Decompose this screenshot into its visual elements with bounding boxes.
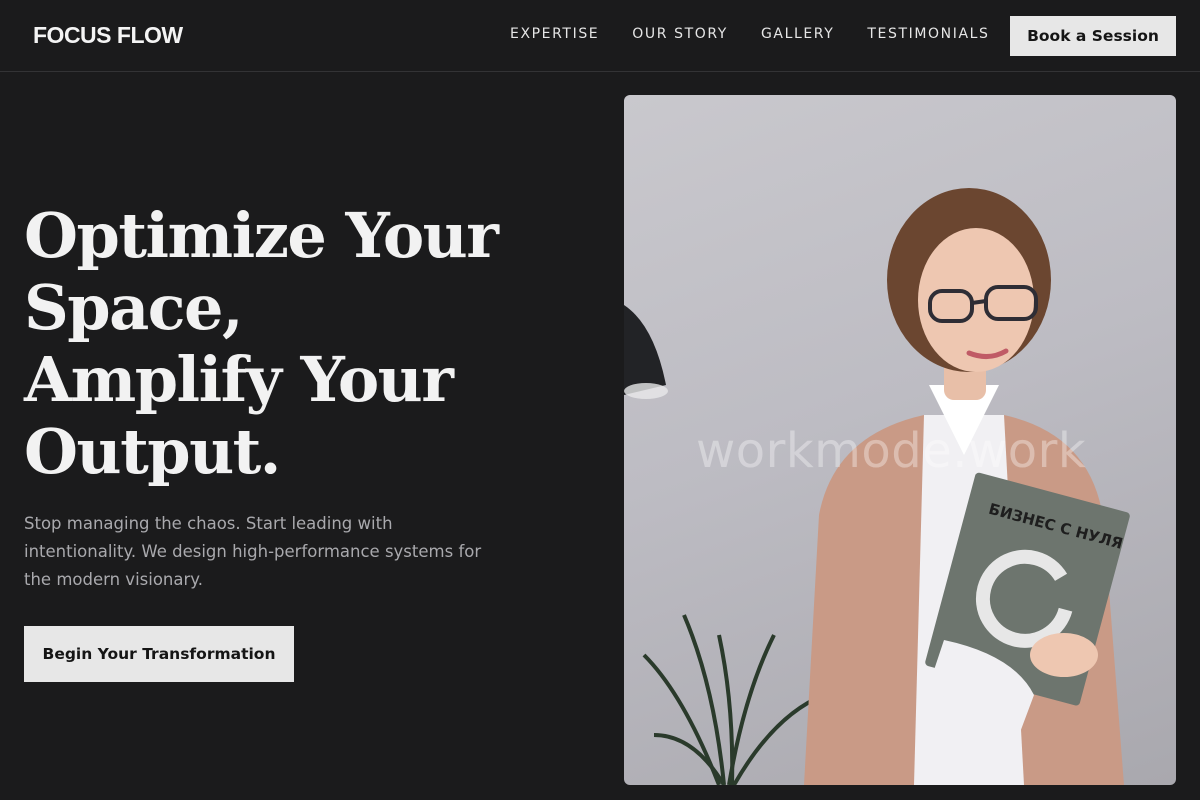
lamp-shade <box>624 305 666 395</box>
hero-title: Optimize Your Space, Amplify Your Output… <box>24 200 584 488</box>
nav-link-our-story[interactable]: OUR STORY <box>632 26 728 42</box>
hero-title-line: Output. <box>24 415 281 488</box>
book-session-button[interactable]: Book a Session <box>1010 16 1176 56</box>
hero-subtitle: Stop managing the chaos. Start leading w… <box>24 514 482 589</box>
hero-photo: БИЗНЕС С НУЛЯ workmode.work <box>624 95 1176 785</box>
brand-logo[interactable]: FOCUS FLOW <box>33 22 183 49</box>
face <box>918 228 1034 372</box>
hero-title-line: Optimize Your <box>24 199 499 272</box>
lamp-bulb <box>624 383 668 399</box>
nav-link-testimonials[interactable]: TESTIMONIALS <box>867 26 989 42</box>
main-nav: EXPERTISE OUR STORY GALLERY TESTIMONIALS <box>510 26 990 42</box>
plant <box>642 614 825 785</box>
begin-transformation-button[interactable]: Begin Your Transformation <box>24 626 294 682</box>
nav-link-gallery[interactable]: GALLERY <box>761 26 834 42</box>
nav-link-expertise[interactable]: EXPERTISE <box>510 26 599 42</box>
hand <box>1030 633 1098 677</box>
hero-title-line: Space, <box>24 271 244 344</box>
top-navigation-bar: FOCUS FLOW EXPERTISE OUR STORY GALLERY T… <box>0 0 1200 72</box>
photo-watermark: workmode.work <box>696 423 1087 479</box>
hero-title-line: Amplify Your <box>24 343 454 416</box>
